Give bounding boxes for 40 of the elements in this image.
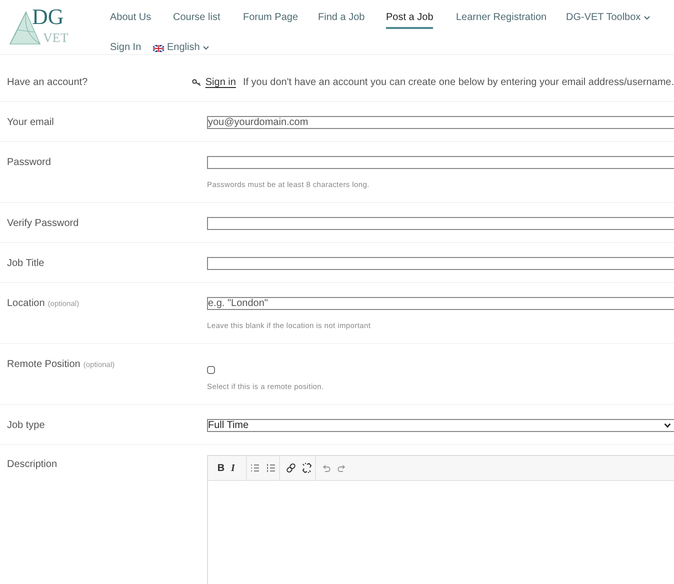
numbered-list-icon[interactable]: [267, 464, 275, 472]
field-label: Password: [7, 156, 51, 169]
logo-text: DG: [32, 6, 64, 28]
logo-text: VET: [43, 31, 68, 44]
italic-button[interactable]: I: [228, 460, 242, 476]
text-input[interactable]: e.g. "London": [207, 297, 674, 310]
key-icon: [192, 79, 202, 86]
account-note: If you don't have an account you can create one below by entering your email address/username.: [242, 76, 674, 89]
nav-link[interactable]: Sign In: [110, 41, 142, 55]
unlink-icon[interactable]: [302, 463, 312, 473]
field-label: Verify Password: [7, 217, 79, 230]
chevron-icon: [664, 423, 671, 428]
nav-link[interactable]: DG-VET Toolbox: [566, 11, 650, 25]
redo-icon[interactable]: [337, 464, 346, 472]
field-label: Description: [7, 458, 58, 471]
text-input[interactable]: [207, 156, 674, 169]
undo-icon[interactable]: [322, 464, 331, 472]
field-label: Have an account?: [7, 76, 88, 89]
text-input[interactable]: you@yourdomain.com: [207, 116, 674, 129]
field-label: Your email: [7, 116, 54, 129]
text-input[interactable]: [207, 257, 674, 270]
nav-link[interactable]: Course list: [173, 11, 220, 25]
link-icon[interactable]: [286, 463, 296, 473]
field-label: Job Title: [7, 257, 44, 270]
sign-in-link[interactable]: Sign in: [205, 76, 236, 89]
field-label: Location: [7, 297, 45, 310]
job-type-select[interactable]: Full Time: [207, 419, 674, 432]
field-label: Remote Position: [7, 358, 80, 371]
rich-text-editor[interactable]: B I: [207, 455, 674, 584]
bold-button[interactable]: B: [214, 460, 228, 476]
checkbox[interactable]: [207, 366, 215, 374]
nav-link[interactable]: English: [153, 41, 209, 55]
nav-link[interactable]: Forum Page: [243, 11, 298, 25]
nav-link[interactable]: Learner Registration: [456, 11, 547, 25]
text-input[interactable]: [207, 217, 674, 230]
nav-link[interactable]: Post a Job: [386, 11, 434, 29]
nav-link[interactable]: About Us: [110, 11, 152, 25]
nav-link[interactable]: Find a Job: [318, 11, 365, 25]
field-label: Job type: [7, 419, 45, 432]
bullet-list-icon[interactable]: [251, 464, 259, 472]
